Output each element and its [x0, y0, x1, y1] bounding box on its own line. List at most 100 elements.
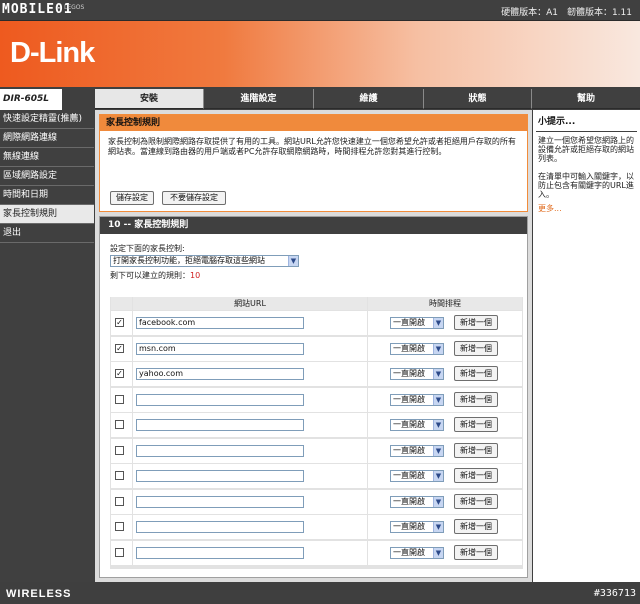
rules-panel: 10 -- 家長控制規則 設定下面的家長控制: 打開家長控制功能，拒絕電腦存取這…: [99, 216, 528, 578]
tab-setup[interactable]: 安裝: [95, 89, 204, 109]
top-bar: MOBILE01 LEGOS 硬體版本：A1 韌體版本：1.11: [0, 0, 640, 21]
schedule-select[interactable]: 一直開啟 ▼: [390, 419, 444, 431]
sidebar-item-wireless[interactable]: 無線連線: [0, 148, 94, 167]
sidebar-item-logout[interactable]: 退出: [0, 224, 94, 243]
chevron-down-icon: ▼: [433, 445, 443, 456]
url-input[interactable]: [136, 495, 304, 508]
intro-panel: 家長控制規則 家長控制為限制網際網路存取提供了有用的工具。網站URL允許您快速建…: [99, 114, 528, 212]
add-schedule-button[interactable]: 新增一個: [454, 442, 498, 458]
url-cell: [133, 515, 367, 539]
add-schedule-button[interactable]: 新增一個: [454, 519, 498, 534]
chevron-down-icon: ▼: [433, 420, 443, 430]
rule-checkbox[interactable]: [115, 547, 124, 557]
table-row: 一直開啟 ▼ 新增一個: [110, 438, 523, 463]
rule-checkbox[interactable]: ✓: [115, 369, 124, 378]
url-input[interactable]: yahoo.com: [136, 368, 304, 380]
schedule-select[interactable]: 一直開啟 ▼: [390, 317, 444, 329]
tab-advanced[interactable]: 進階設定: [204, 89, 314, 109]
url-cell: [133, 438, 367, 463]
rule-checkbox[interactable]: [115, 496, 124, 506]
schedule-select[interactable]: 一直開啟 ▼: [390, 521, 444, 533]
schedule-select[interactable]: 一直開啟 ▼: [390, 495, 444, 508]
schedule-select[interactable]: 一直開啟 ▼: [390, 546, 444, 559]
schedule-select[interactable]: 一直開啟 ▼: [390, 393, 444, 406]
intro-title: 家長控制規則: [100, 115, 527, 131]
dont-save-button[interactable]: 不要儲存設定: [162, 191, 226, 205]
sidebar-item-lan[interactable]: 區域網路設定: [0, 167, 94, 186]
schedule-select[interactable]: 一直開啟 ▼: [390, 444, 444, 457]
table-row: 一直開啟 ▼ 新增一個: [110, 387, 523, 412]
dlink-logo: D-Link: [10, 37, 95, 69]
url-input[interactable]: facebook.com: [136, 317, 304, 329]
rule-checkbox[interactable]: [115, 445, 124, 455]
parental-mode-select[interactable]: 打開家長控制功能，拒絕電腦存取這些網站 ▼: [110, 255, 299, 267]
chevron-down-icon: ▼: [433, 471, 443, 481]
add-schedule-button[interactable]: 新增一個: [454, 340, 498, 356]
check-cell: ✓: [111, 336, 132, 361]
table-row: ✓ msn.com 一直開啟 ▼ 新增一個: [110, 336, 523, 361]
url-input[interactable]: [136, 521, 304, 533]
save-settings-button[interactable]: 儲存設定: [110, 191, 154, 205]
url-cell: msn.com: [133, 336, 367, 361]
url-input[interactable]: [136, 546, 304, 559]
sidebar-item-wizard[interactable]: 快速設定精靈(推薦): [0, 110, 94, 129]
add-schedule-button[interactable]: 新增一個: [454, 493, 498, 509]
tab-status[interactable]: 狀態: [424, 89, 532, 109]
check-cell: [111, 540, 132, 565]
table-row: 一直開啟 ▼ 新增一個: [110, 413, 523, 437]
tab-help[interactable]: 幫助: [532, 89, 640, 109]
check-cell: [111, 413, 132, 437]
schedule-cell: 一直開啟 ▼ 新增一個: [368, 387, 522, 412]
schedule-select[interactable]: 一直開啟 ▼: [390, 470, 444, 482]
add-schedule-button[interactable]: 新增一個: [454, 366, 498, 381]
schedule-value: 一直開啟: [393, 471, 425, 480]
schedule-cell: 一直開啟 ▼ 新增一個: [368, 311, 522, 335]
chevron-down-icon: ▼: [433, 394, 443, 405]
sidebar-item-parental-control[interactable]: 家長控制規則: [0, 205, 94, 224]
url-input[interactable]: msn.com: [136, 342, 304, 355]
url-input[interactable]: [136, 470, 304, 482]
chevron-down-icon: ▼: [433, 318, 443, 328]
tab-maintenance[interactable]: 維護: [314, 89, 424, 109]
sidebar-item-time[interactable]: 時間和日期: [0, 186, 94, 205]
rule-checkbox[interactable]: [115, 394, 124, 404]
check-cell: ✓: [111, 362, 132, 386]
add-schedule-button[interactable]: 新增一個: [454, 315, 498, 330]
add-schedule-button[interactable]: 新增一個: [454, 417, 498, 432]
check-cell: [111, 438, 132, 463]
add-schedule-button[interactable]: 新增一個: [454, 468, 498, 483]
watermark-sub: LEGOS: [64, 4, 85, 11]
url-cell: [133, 413, 367, 437]
schedule-cell: 一直開啟 ▼ 新增一個: [368, 336, 522, 361]
help-more-link[interactable]: 更多...: [533, 199, 640, 214]
parental-mode-value: 打開家長控制功能，拒絕電腦存取這些網站: [113, 256, 265, 265]
add-schedule-button[interactable]: 新增一個: [454, 391, 498, 407]
url-input[interactable]: [136, 444, 304, 457]
rules-table: 網站URL 時間排程 ✓ facebook.com 一直開啟 ▼ 新增一個 ✓ msn.co…: [110, 297, 523, 569]
rule-checkbox[interactable]: [115, 420, 124, 429]
schedule-select[interactable]: 一直開啟 ▼: [390, 342, 444, 355]
rule-checkbox[interactable]: ✓: [115, 318, 124, 327]
table-row: 一直開啟 ▼ 新增一個: [110, 540, 523, 565]
schedule-cell: 一直開啟 ▼ 新增一個: [368, 464, 522, 488]
rule-checkbox[interactable]: [115, 522, 124, 531]
rule-checkbox[interactable]: ✓: [115, 343, 124, 353]
chevron-down-icon: ▼: [433, 522, 443, 532]
schedule-value: 一直開啟: [393, 369, 425, 378]
url-input[interactable]: [136, 419, 304, 431]
add-schedule-button[interactable]: 新增一個: [454, 544, 498, 560]
check-cell: [111, 489, 132, 514]
schedule-cell: 一直開啟 ▼ 新增一個: [368, 413, 522, 437]
url-input[interactable]: [136, 393, 304, 406]
sidebar-item-internet[interactable]: 網際網路連線: [0, 129, 94, 148]
schedule-value: 一直開啟: [393, 318, 425, 327]
table-row: 一直開啟 ▼ 新增一個: [110, 515, 523, 539]
chevron-down-icon: ▼: [433, 496, 443, 507]
intro-text: 家長控制為限制網際網路存取提供了有用的工具。網站URL允許您快速建立一個您希望允…: [108, 137, 516, 156]
schedule-value: 一直開啟: [393, 445, 425, 455]
rule-checkbox[interactable]: [115, 471, 124, 480]
model-divider: [62, 89, 95, 110]
check-cell: [111, 464, 132, 488]
schedule-select[interactable]: 一直開啟 ▼: [390, 368, 444, 380]
rules-header: 10 -- 家長控制規則: [100, 217, 527, 234]
